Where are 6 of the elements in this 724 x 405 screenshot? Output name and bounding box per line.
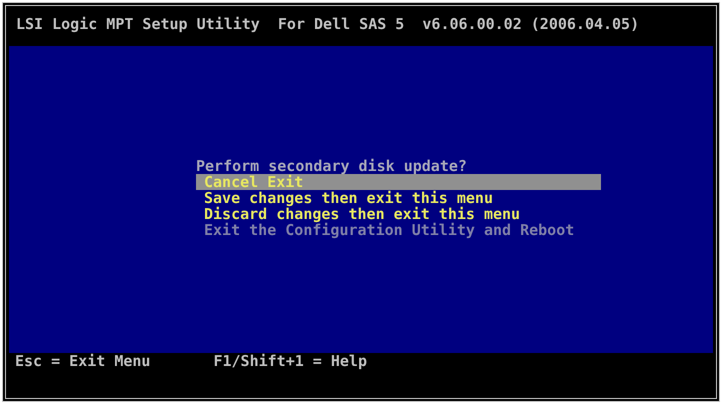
window-title: LSI Logic MPT Setup Utility For Dell SAS 5 v6.06.00.02 (2006.04.05) <box>16 15 640 33</box>
menu-option[interactable]: Discard changes then exit this menu <box>196 206 601 222</box>
menu-option[interactable]: Save changes then exit this menu <box>196 190 601 206</box>
key-hint: F1/Shift+1 = Help <box>213 353 367 372</box>
dialog-prompt: Perform secondary disk update? <box>196 158 468 174</box>
key-hint: Esc = Exit Menu <box>15 353 150 372</box>
